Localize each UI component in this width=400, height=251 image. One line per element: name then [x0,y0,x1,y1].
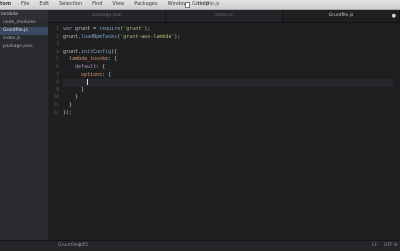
text-cursor [87,79,89,86]
tree-item-gruntfile[interactable]: Gruntfile.js [0,27,48,35]
menu-packages[interactable]: Packages [129,0,162,9]
code-token: options [63,71,103,78]
tab-bar: package.json index.js Gruntfile.js ● [49,10,400,23]
code-token: var [63,26,76,32]
line-number: 5 [56,57,59,63]
tree-item-package-json[interactable]: package.json [0,43,48,51]
line-number: 3 [56,42,59,48]
status-bar: Gruntfile.js* 8:15 LF UTF-8 [0,240,400,251]
code-token: default [63,63,97,70]
code-token: }); [63,109,73,116]
menu-view[interactable]: View [107,0,129,9]
code-token: ); [144,26,151,32]
line-number: 8 [56,80,59,86]
code-token: lambda_invoke [63,56,109,63]
code-area[interactable]: var grunt = require('grunt'); grunt.loadN… [63,26,393,117]
line-number: 10 [53,95,59,101]
code-line[interactable]: grunt.initConfig({ [63,49,393,57]
tree-root-folder[interactable]: lambda [0,10,48,19]
line-number-gutter: 1 2 3 4 5 6 7 8 9 10 11 12 [49,26,59,117]
code-token: ({ [111,48,118,55]
tree-view: lambda node_modules Gruntfile.js index.j… [0,10,49,240]
title-bar: tom File Edit Selection Find View Packag… [0,0,400,10]
code-token: } [63,101,73,108]
window-title: Gruntfile.js [185,0,219,9]
code-line[interactable] [63,41,393,49]
tree-item-index[interactable]: index.js [0,35,48,43]
tab-index-js[interactable]: index.js [166,10,283,22]
tab-gruntfile-js[interactable]: Gruntfile.js ● [283,10,400,22]
menu-bar: tom File Edit Selection Find View Packag… [0,0,214,9]
code-line[interactable]: }); [63,110,393,118]
code-token: initConfig [81,48,112,55]
code-token: : { [96,63,106,70]
code-line[interactable]: var grunt = require('grunt'); [63,26,393,34]
menu-app[interactable]: tom [0,0,16,9]
menu-find[interactable]: Find [87,0,107,9]
line-number: 6 [56,64,59,70]
line-number: 4 [56,49,59,55]
code-line[interactable]: } [63,87,393,95]
file-icon [185,1,190,8]
code-token: grunt. [63,33,82,40]
line-number: 7 [56,72,59,78]
code-token: require [99,26,121,32]
code-token: grunt = [75,26,100,32]
menu-file[interactable]: File [16,0,34,9]
tree-item-node-modules[interactable]: node_modules [0,19,48,27]
code-line[interactable]: } [63,102,393,110]
menu-selection[interactable]: Selection [54,0,87,9]
code-line[interactable]: default: { [63,64,393,72]
window-title-text: Gruntfile.js [192,1,220,7]
code-line[interactable]: options: { [63,72,393,80]
line-number: 9 [56,87,59,93]
code-token: } [63,86,85,93]
tab-label: Gruntfile.js [328,13,354,18]
modified-dot-icon[interactable]: ● [392,10,396,22]
code-token: grunt. [63,48,82,55]
code-token: loadNpmTasks [81,33,118,40]
code-token: ); [174,33,181,40]
tab-package-json[interactable]: package.json [49,10,166,22]
code-token: 'grunt' [123,26,145,32]
code-line[interactable]: lambda_invoke: { [63,56,393,64]
menu-edit[interactable]: Edit [34,0,54,9]
code-token: 'grunt-aws-lambda' [120,33,175,40]
code-line[interactable] [63,79,393,87]
code-token: : { [102,71,112,78]
line-number: 2 [56,34,59,40]
code-token: } [63,94,79,101]
code-line[interactable]: grunt.loadNpmTasks('grunt-aws-lambda'); [63,34,393,42]
line-number: 11 [53,102,59,108]
code-line[interactable]: } [63,94,393,102]
line-number: 1 [56,27,59,32]
text-editor[interactable]: 1 2 3 4 5 6 7 8 9 10 11 12 var grunt = require('gru… [49,23,400,240]
line-number: 12 [53,110,59,116]
code-token: : { [108,56,118,63]
